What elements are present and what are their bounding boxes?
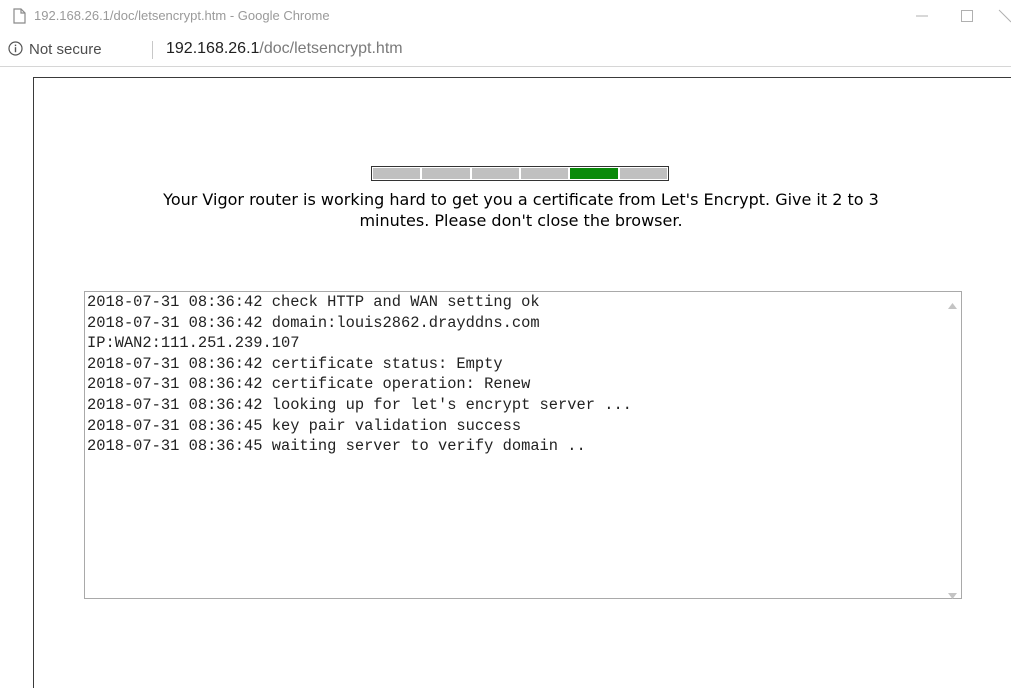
progress-segment bbox=[520, 168, 571, 179]
log-line: 2018-07-31 08:36:42 domain:louis2862.dra… bbox=[87, 313, 540, 332]
window-title: 192.168.26.1/doc/letsencrypt.htm - Googl… bbox=[34, 8, 330, 23]
address-separator bbox=[152, 41, 153, 59]
scroll-up-arrow-icon[interactable] bbox=[948, 296, 957, 309]
url-host: 192.168.26.1 bbox=[166, 40, 260, 57]
progress-bar bbox=[371, 166, 669, 181]
address-bar[interactable]: Not secure 192.168.26.1/doc/letsencrypt.… bbox=[0, 33, 1011, 67]
log-line: 2018-07-31 08:36:42 certificate status: … bbox=[87, 354, 503, 373]
scroll-down-arrow-icon[interactable] bbox=[948, 586, 957, 599]
info-icon[interactable] bbox=[8, 41, 23, 56]
status-message-line-2: minutes. Please don't close the browser. bbox=[359, 211, 683, 230]
url-text[interactable]: 192.168.26.1/doc/letsencrypt.htm bbox=[166, 40, 403, 58]
minimize-icon[interactable] bbox=[912, 6, 932, 26]
progress-segment bbox=[373, 168, 423, 179]
progress-segment bbox=[471, 168, 521, 179]
log-line: 2018-07-31 08:36:42 check HTTP and WAN s… bbox=[87, 293, 540, 311]
log-scrollbar[interactable] bbox=[944, 292, 961, 599]
log-line: 2018-07-31 08:36:42 looking up for let's… bbox=[87, 395, 632, 414]
log-line: 2018-07-31 08:36:45 waiting server to ve… bbox=[87, 437, 586, 456]
progress-segment bbox=[619, 168, 667, 179]
status-message-line-1: Your Vigor router is working hard to get… bbox=[163, 190, 879, 209]
log-textarea[interactable]: 2018-07-31 08:36:42 check HTTP and WAN s… bbox=[84, 291, 962, 599]
log-lines: 2018-07-31 08:36:42 check HTTP and WAN s… bbox=[87, 292, 941, 598]
page-icon bbox=[13, 8, 26, 24]
log-line: 2018-07-31 08:36:45 key pair validation … bbox=[87, 416, 522, 435]
progress-segment bbox=[422, 168, 472, 179]
security-label[interactable]: Not secure bbox=[29, 41, 102, 58]
log-line: IP:WAN2:111.251.239.107 bbox=[87, 334, 300, 353]
status-message: Your Vigor router is working hard to get… bbox=[85, 189, 957, 231]
log-line: 2018-07-31 08:36:42 certificate operatio… bbox=[87, 375, 531, 394]
window-titlebar: 192.168.26.1/doc/letsencrypt.htm - Googl… bbox=[0, 0, 1011, 33]
progress-segment bbox=[570, 168, 620, 179]
url-path: /doc/letsencrypt.htm bbox=[259, 40, 403, 57]
maximize-icon[interactable] bbox=[957, 6, 977, 26]
close-icon[interactable] bbox=[995, 6, 1011, 26]
